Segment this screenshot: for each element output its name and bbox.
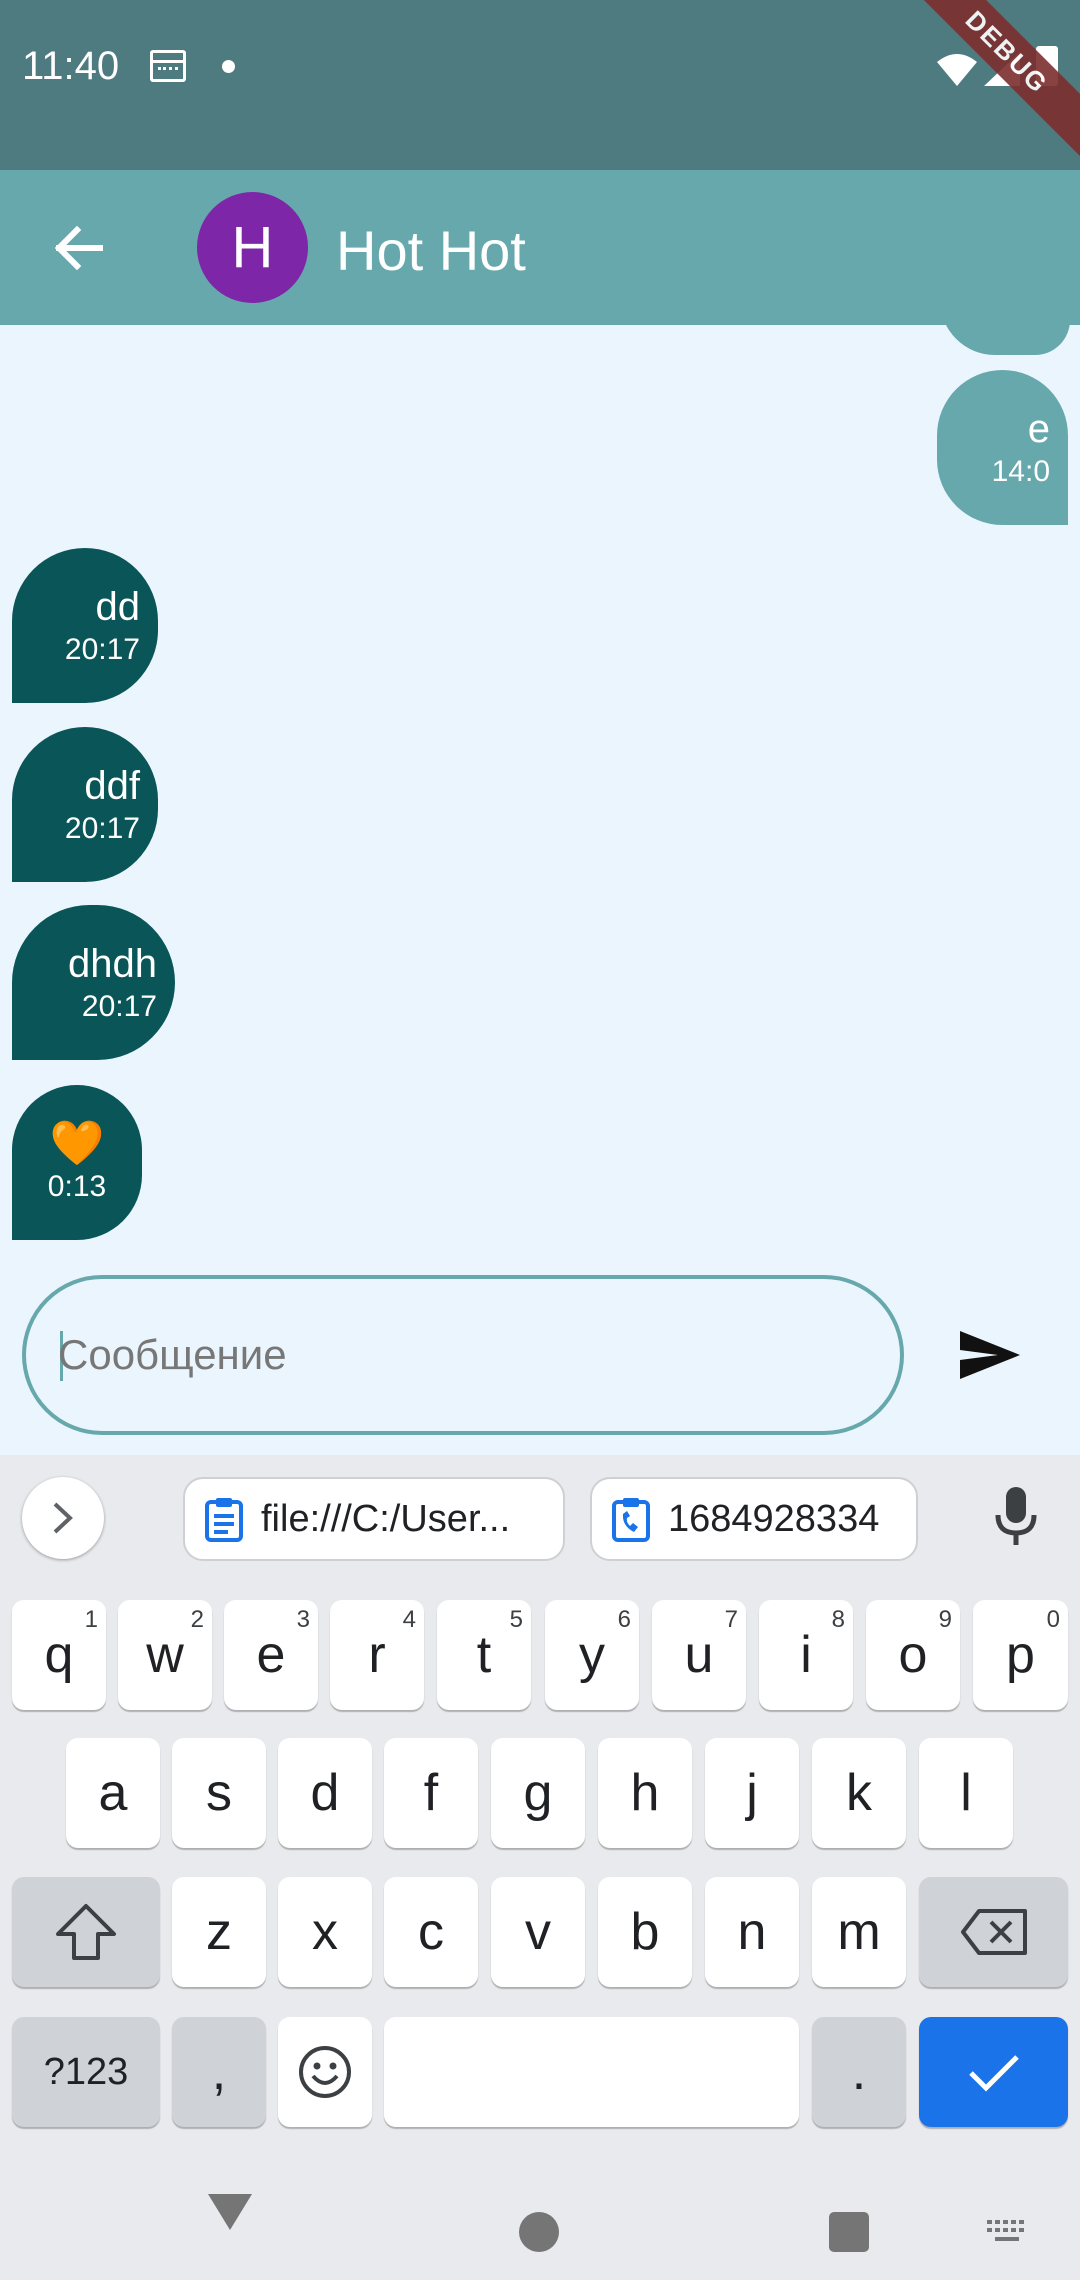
message-text: dhdh [68,941,157,986]
nav-home-icon[interactable] [519,2212,559,2252]
message-time: 20:17 [64,632,140,666]
enter-key[interactable] [919,2017,1068,2127]
key-o[interactable]: o9 [866,1600,960,1710]
send-button[interactable] [955,1320,1025,1390]
message-bubble-incoming[interactable]: dd 20:17 [12,548,158,703]
message-bubble-incoming[interactable]: ddf 20:17 [12,727,158,882]
message-input[interactable] [58,1319,858,1391]
key-x[interactable]: x [278,1877,372,1987]
app-bar: H Hot Hot [0,170,1080,325]
arrow-back-icon [54,226,103,270]
chevron-right-icon [53,1502,73,1534]
message-time: 20:17 [64,811,140,845]
key-z[interactable]: z [172,1877,266,1987]
chat-title: Hot Hot [336,219,526,282]
key-b[interactable]: b [598,1877,692,1987]
wifi-icon [937,54,977,86]
nav-recents-icon[interactable] [829,2212,869,2252]
nav-back-icon[interactable] [205,2190,255,2234]
key-m[interactable]: m [812,1877,906,1987]
key-w[interactable]: w2 [118,1600,212,1710]
key-g[interactable]: g [491,1738,585,1848]
key-h[interactable]: h [598,1738,692,1848]
navigation-bar [0,2160,1080,2280]
key-e[interactable]: e3 [224,1600,318,1710]
key-f[interactable]: f [384,1738,478,1848]
symbols-key[interactable]: ?123 [12,2017,160,2127]
smiley-icon [299,2046,351,2098]
key-y[interactable]: y6 [545,1600,639,1710]
key-v[interactable]: v [491,1877,585,1987]
key-j[interactable]: j [705,1738,799,1848]
toolbar-expand-button[interactable] [22,1477,104,1559]
emoji-key[interactable] [278,2017,372,2127]
key-t[interactable]: t5 [437,1600,531,1710]
clipboard-suggestion-chip[interactable]: 1684928334 [590,1477,918,1561]
message-input-container[interactable] [22,1275,904,1435]
message-bubble-incoming[interactable]: 🧡 0:13 [12,1085,142,1240]
key-a[interactable]: a [66,1738,160,1848]
period-key[interactable]: . [812,2017,906,2127]
message-time: 20:17 [81,989,157,1023]
message-bubble-outgoing[interactable]: e 14:0 [937,370,1068,525]
key-c[interactable]: c [384,1877,478,1987]
key-s[interactable]: s [172,1738,266,1848]
key-l[interactable]: l [919,1738,1013,1848]
keyboard: file:///C:/User... 1684928334 q1 w2 e3 r… [0,1455,1080,2280]
backspace-key[interactable] [919,1877,1068,1987]
key-k[interactable]: k [812,1738,906,1848]
message-bubble-partial [940,325,1070,355]
checkmark-icon [968,2055,1019,2092]
message-text: dd [95,584,141,629]
keyboard-switch-icon[interactable] [985,2218,1029,2246]
send-icon [960,1331,1020,1379]
key-d[interactable]: d [278,1738,372,1848]
message-list[interactable]: e 14:0 dd 20:17 ddf 20:17 dhdh 20:17 🧡 0… [0,325,1080,1255]
avatar[interactable]: H [197,192,308,303]
heart-emoji: 🧡 [49,1118,105,1168]
key-i[interactable]: i8 [759,1600,853,1710]
suggestion-text: 1684928334 [668,1497,880,1540]
suggestion-text: file:///C:/User... [261,1497,511,1540]
shift-key[interactable] [12,1877,160,1987]
message-text: e [1027,406,1050,451]
message-text: ddf [84,763,140,808]
message-time: 14:0 [991,454,1050,488]
back-button[interactable] [40,210,116,286]
key-p[interactable]: p0 [973,1600,1068,1710]
backspace-icon [960,1909,1027,1955]
status-bar: 11:40 DEBUG [0,0,1080,170]
notification-dot-icon [222,60,235,73]
clipboard-icon [205,1498,243,1542]
message-time: 0:13 [47,1169,107,1203]
key-q[interactable]: q1 [12,1600,106,1710]
shift-icon [56,1904,116,1960]
microphone-icon[interactable] [992,1485,1040,1549]
space-key[interactable] [384,2017,799,2127]
key-r[interactable]: r4 [330,1600,424,1710]
key-u[interactable]: u7 [652,1600,746,1710]
calendar-icon [150,50,186,82]
clipboard-suggestion-chip[interactable]: file:///C:/User... [183,1477,565,1561]
comma-key[interactable]: , [172,2017,266,2127]
clipboard-phone-icon [612,1498,650,1542]
key-n[interactable]: n [705,1877,799,1987]
message-bubble-incoming[interactable]: dhdh 20:17 [12,905,175,1060]
status-time: 11:40 [22,44,120,88]
